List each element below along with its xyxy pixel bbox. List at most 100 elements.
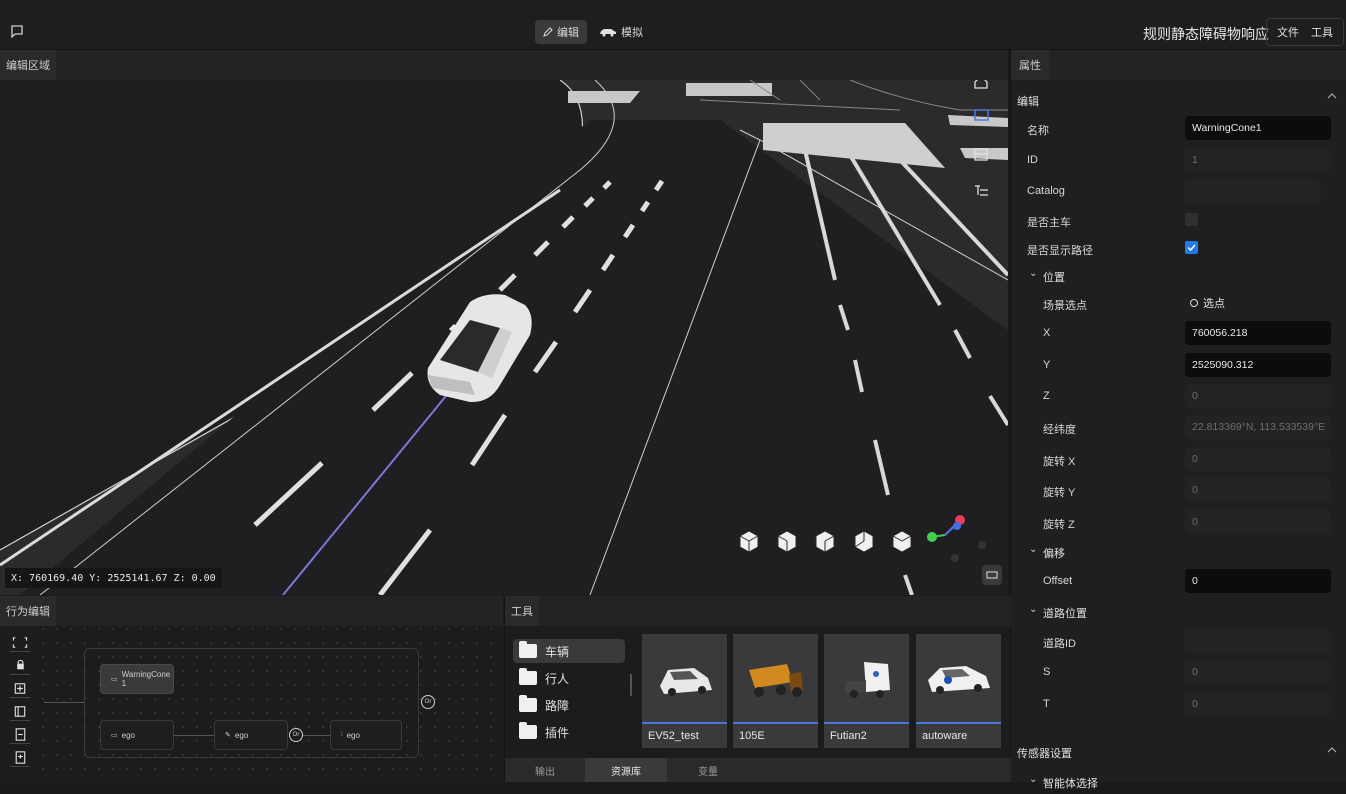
- offset-label: Offset: [1043, 575, 1073, 587]
- fit-view-icon[interactable]: [10, 634, 30, 652]
- prop-row-catalog: Catalog: [1011, 176, 1341, 206]
- is-ego-label: 是否主车: [1027, 217, 1071, 229]
- offset-field[interactable]: 0: [1185, 569, 1331, 593]
- add-action-icon[interactable]: [10, 749, 30, 767]
- asset-card-105e[interactable]: 105E: [733, 634, 818, 748]
- folder-pedestrians[interactable]: 行人: [513, 666, 625, 690]
- chevron-down-icon: ⌄: [1029, 544, 1038, 555]
- pencil-icon: ✎: [225, 732, 231, 739]
- lock-icon[interactable]: [10, 657, 30, 675]
- folder-vehicles[interactable]: 车辆: [513, 639, 625, 663]
- road-group-header[interactable]: ⌄ 道路位置: [1011, 598, 1341, 624]
- folder-plugins-label: 插件: [545, 725, 570, 740]
- asset-underline: [916, 722, 1001, 724]
- asset-card-futian2[interactable]: Futian2: [824, 634, 909, 748]
- chevron-down-icon: ⌄: [1029, 604, 1038, 615]
- edit-section-title[interactable]: 编辑: [1017, 93, 1039, 109]
- node-ego-1[interactable]: ▭ ego: [100, 720, 174, 750]
- position-group-header[interactable]: ⌄ 位置: [1011, 262, 1341, 288]
- pencil-icon: [543, 27, 553, 37]
- view-cube-top-icon[interactable]: [854, 530, 874, 553]
- sensor-sub-header[interactable]: ⌄ 智能体选择: [1011, 768, 1341, 794]
- s-field[interactable]: 0: [1185, 660, 1331, 684]
- menu-tools[interactable]: 工具: [1305, 24, 1339, 40]
- tab-variables[interactable]: 变量: [667, 758, 749, 782]
- chat-icon[interactable]: [10, 24, 24, 38]
- folder-icon: [519, 695, 537, 712]
- prop-row-x: X 760056.218: [1011, 318, 1341, 348]
- z-field[interactable]: 0: [1185, 384, 1331, 408]
- view-cube-back-icon[interactable]: [892, 530, 912, 553]
- rotx-field[interactable]: 0: [1185, 447, 1331, 471]
- menu-file[interactable]: 文件: [1271, 24, 1305, 40]
- folder-icon: [519, 722, 537, 739]
- tab-library[interactable]: 资源库: [585, 758, 667, 782]
- view-cube-front-icon[interactable]: [739, 530, 759, 553]
- roty-field[interactable]: 0: [1185, 478, 1331, 502]
- prop-row-id: ID 1: [1011, 145, 1341, 175]
- behavior-link: [174, 735, 214, 736]
- or-connector-right[interactable]: Or: [421, 695, 435, 709]
- t-field[interactable]: 0: [1185, 692, 1331, 716]
- y-field[interactable]: 2525090.312: [1185, 353, 1331, 377]
- prop-row-rotx: 旋转 X 0: [1011, 444, 1341, 474]
- mode-simulate-button[interactable]: 模拟: [591, 20, 651, 44]
- tab-output[interactable]: 输出: [505, 758, 585, 782]
- catalog-select[interactable]: [1185, 179, 1321, 203]
- check-icon: [1187, 244, 1196, 252]
- name-field[interactable]: WarningCone1: [1185, 116, 1331, 140]
- prop-row-offset: Offset 0: [1011, 566, 1341, 596]
- s-label: S: [1043, 666, 1051, 678]
- asset-name-autoware: autoware: [922, 730, 968, 742]
- scene-viewport[interactable]: [0, 80, 1008, 595]
- sensor-section-title[interactable]: 传感器设置: [1017, 745, 1072, 761]
- collapse-edit-icon[interactable]: [1327, 92, 1337, 100]
- latlon-field[interactable]: 22.813369°N, 113.533539°E: [1185, 415, 1331, 439]
- node-icon: ▭: [111, 732, 118, 739]
- tools-tab[interactable]: 工具: [505, 596, 539, 626]
- chevron-down-icon: ⌄: [1029, 774, 1038, 785]
- add-node-icon[interactable]: [10, 680, 30, 698]
- id-label: ID: [1027, 154, 1038, 166]
- t-label: T: [1043, 698, 1050, 710]
- view-cube-right-icon[interactable]: [815, 530, 835, 553]
- editor-tab[interactable]: 编辑区域: [0, 50, 56, 80]
- node-ego-2[interactable]: ✎ ego: [214, 720, 288, 750]
- properties-tab[interactable]: 属性: [1011, 50, 1049, 80]
- add-branch-icon[interactable]: [10, 703, 30, 721]
- node-ego-3[interactable]: ⦙ ego: [330, 720, 402, 750]
- car-icon: [600, 29, 616, 37]
- add-event-icon[interactable]: [10, 726, 30, 744]
- folder-obstacles[interactable]: 路障: [513, 693, 625, 717]
- road-scene: [0, 80, 1008, 595]
- mode-edit-button[interactable]: 编辑: [535, 20, 587, 44]
- prop-row-z: Z 0: [1011, 381, 1341, 411]
- id-field[interactable]: 1: [1185, 148, 1331, 172]
- or-connector[interactable]: Or: [289, 728, 303, 742]
- folder-plugins[interactable]: 插件: [513, 720, 625, 744]
- view-cube-left-icon[interactable]: [777, 530, 797, 553]
- pick-point-button[interactable]: 选点: [1189, 295, 1225, 311]
- collapse-sensor-icon[interactable]: [1327, 746, 1337, 754]
- node-warning-cone[interactable]: ▭ WarningCone 1: [100, 664, 174, 694]
- road-id-field[interactable]: [1185, 629, 1331, 653]
- asset-card-ev52[interactable]: EV52_test: [642, 634, 727, 748]
- prop-row-roty: 旋转 Y 0: [1011, 475, 1341, 505]
- x-field[interactable]: 760056.218: [1185, 321, 1331, 345]
- rotz-field[interactable]: 0: [1185, 510, 1331, 534]
- mode-simulate-label: 模拟: [621, 27, 643, 39]
- folder-scrollbar[interactable]: [630, 674, 632, 696]
- show-path-checkbox[interactable]: [1185, 241, 1198, 254]
- ruler-icon[interactable]: [982, 565, 1002, 585]
- prop-row-is-ego: 是否主车: [1011, 205, 1341, 235]
- node-icon: ▭: [111, 676, 118, 683]
- prop-row-y: Y 2525090.312: [1011, 350, 1341, 380]
- folder-vehicles-label: 车辆: [545, 644, 570, 659]
- folder-pedestrians-label: 行人: [545, 671, 570, 686]
- asset-card-autoware[interactable]: autoware: [916, 634, 1001, 748]
- offset-group-header[interactable]: ⌄ 偏移: [1011, 538, 1341, 564]
- is-ego-checkbox[interactable]: [1185, 213, 1198, 226]
- white-minivan-thumbnail: [660, 668, 712, 696]
- mode-edit-label: 编辑: [557, 27, 579, 39]
- sensor-sub-label: 智能体选择: [1043, 778, 1098, 790]
